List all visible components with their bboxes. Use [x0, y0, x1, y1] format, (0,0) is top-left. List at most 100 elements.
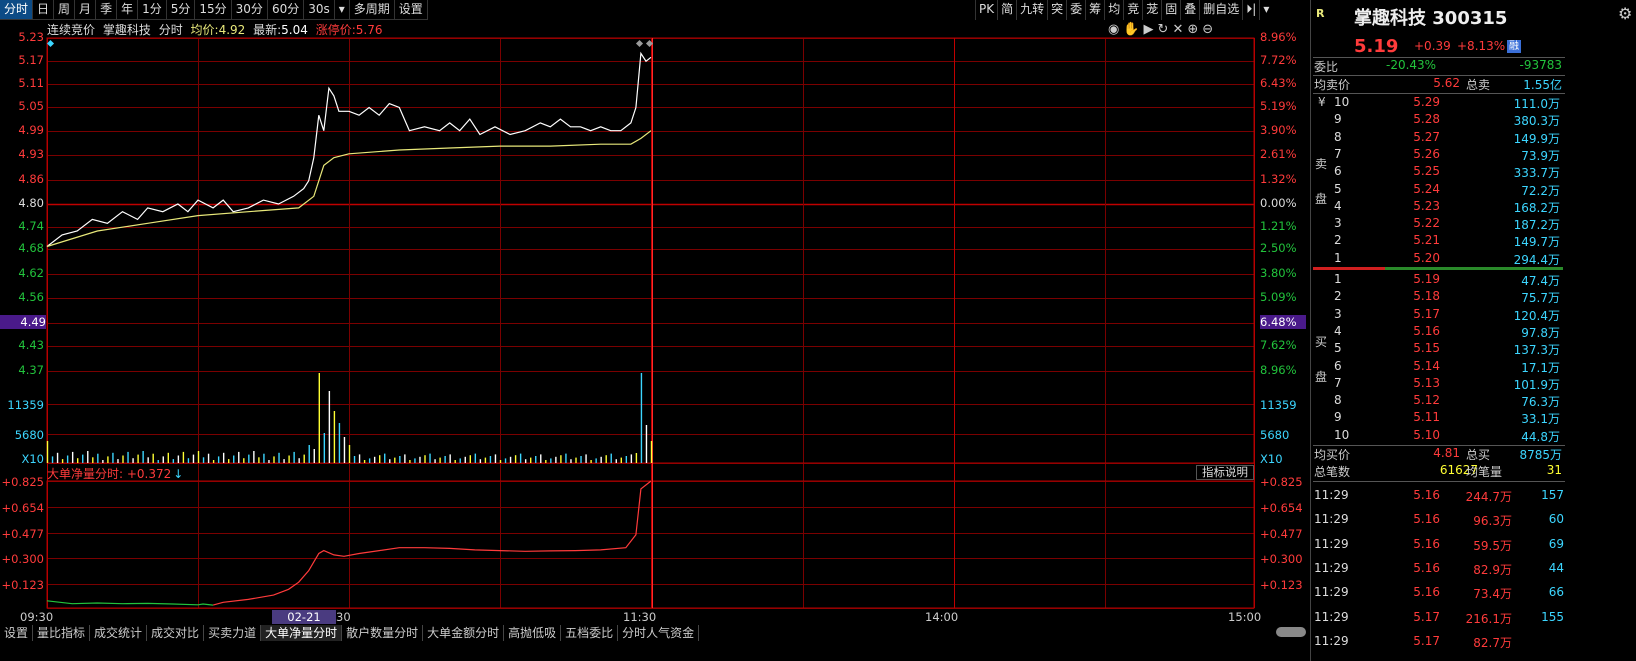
price-axis-label: 4.37	[18, 363, 44, 377]
tick-time: 11:29	[1314, 585, 1349, 600]
separator	[1313, 481, 1565, 482]
bid-price: 5.12	[1413, 393, 1440, 408]
volume-axis-label-right: 11359	[1260, 398, 1297, 412]
indicator-tab-6[interactable]: 散户数量分时	[342, 625, 424, 641]
eye-icon[interactable]: ◉	[1108, 22, 1123, 37]
price-axis-label: 5.23	[18, 30, 44, 44]
ratio-pct: -20.43%	[1386, 58, 1437, 72]
bid-volume: 101.9万	[1513, 377, 1560, 392]
time-label: 11:30	[623, 610, 657, 624]
bid-price: 5.14	[1413, 358, 1440, 373]
indicator-tab-4[interactable]: 买卖力道	[204, 625, 262, 641]
ask-volume: 168.2万	[1513, 200, 1560, 215]
indicator-tab-9[interactable]: 五档委比	[561, 625, 619, 641]
buy-side-label: 盘	[1315, 370, 1328, 384]
pct-axis-label: 6.43%	[1260, 76, 1297, 90]
ask-price: 5.22	[1413, 216, 1440, 231]
tick-price: 5.16	[1413, 536, 1440, 551]
tick-price: 5.16	[1413, 560, 1440, 575]
tick-count: 60	[1548, 512, 1564, 527]
price-axis-label: 4.62	[18, 266, 44, 280]
tick-volume: 59.5万	[1473, 538, 1512, 553]
buy-divider	[1385, 267, 1563, 270]
cross-icon[interactable]: ✕	[1172, 22, 1187, 37]
price-axis-label: 4.49	[0, 315, 46, 329]
play-icon[interactable]: ▶	[1144, 22, 1158, 37]
ask-volume: 333.7万	[1513, 166, 1560, 181]
ask-price: 5.24	[1413, 181, 1440, 196]
ask-volume: 73.9万	[1521, 148, 1560, 163]
pct-axis-label: 3.80%	[1260, 266, 1297, 280]
sell-total-label: 总卖	[1466, 78, 1491, 92]
last-price: 5.19	[1354, 36, 1399, 57]
ind-frame	[46, 480, 1255, 609]
indicator-tab-5[interactable]: 大单净量分时	[261, 625, 343, 641]
tick-volume: 96.3万	[1473, 514, 1512, 529]
ask-volume: 111.0万	[1513, 97, 1560, 111]
tick-price: 5.17	[1413, 609, 1440, 624]
pct-axis-label: 2.50%	[1260, 241, 1297, 255]
marker	[46, 39, 55, 48]
refresh-icon[interactable]: ↻	[1158, 22, 1173, 37]
pct-axis-label: 2.61%	[1260, 147, 1297, 161]
stock-title: 掌趣科技 300315	[1354, 8, 1508, 29]
indicator-title: 大单净量分时: +0.372 ↓	[47, 465, 183, 482]
indicator-axis-label-right: +0.825	[1260, 475, 1303, 489]
bid-volume: 44.8万	[1521, 429, 1560, 444]
indicator-tab-10[interactable]: 分时人气资金	[618, 625, 700, 641]
indicator-tab-1[interactable]: 量比指标	[33, 625, 91, 641]
indicator-explain-button[interactable]: 指标说明	[1196, 465, 1254, 480]
pct-axis-label: 1.21%	[1260, 219, 1297, 233]
buy-total-label: 总买	[1466, 448, 1491, 462]
pct-axis-label: 8.96%	[1260, 363, 1297, 377]
ask-level: 7	[1334, 146, 1342, 161]
pct-axis-label: 7.62%	[1260, 338, 1297, 352]
ask-volume: 294.4万	[1513, 252, 1560, 267]
bid-level: 3	[1334, 306, 1342, 321]
ask-level: 8	[1334, 129, 1342, 144]
indicator-tab-0[interactable]: 设置	[0, 625, 34, 641]
sell-avg-value: 5.62	[1433, 76, 1460, 90]
ask-price: 5.26	[1413, 146, 1440, 161]
price-axis-label: 4.68	[18, 241, 44, 255]
indicator-axis-label-right: +0.123	[1260, 578, 1303, 592]
zoom-in-icon[interactable]: ⊕	[1187, 22, 1202, 37]
ask-level: 6	[1334, 164, 1342, 179]
bid-level: 4	[1334, 323, 1342, 338]
ask-level: 1	[1334, 250, 1342, 265]
intraday-chart[interactable]	[0, 0, 1310, 625]
time-label: 14:00	[925, 610, 959, 624]
pct-axis-label: 3.90%	[1260, 123, 1297, 137]
bid-level: 8	[1334, 393, 1342, 408]
volume-axis-label-right: X10	[1260, 452, 1283, 466]
bid-price: 5.10	[1413, 427, 1440, 442]
zoom-out-icon[interactable]: ⊖	[1202, 22, 1217, 37]
price-axis-label: 4.86	[18, 172, 44, 186]
indicator-axis-label: +0.477	[1, 527, 44, 541]
avg-count-value: 31	[1546, 463, 1562, 477]
indicator-tab-7[interactable]: 大单金额分时	[423, 625, 505, 641]
sell-side-label: 盘	[1315, 192, 1328, 206]
indicator-tab-3[interactable]: 成交对比	[147, 625, 205, 641]
hand-icon[interactable]: ✋	[1123, 22, 1143, 37]
sell-total-value: 1.55亿	[1523, 78, 1562, 92]
bid-level: 6	[1334, 358, 1342, 373]
ask-price: 5.25	[1413, 164, 1440, 179]
bid-price: 5.15	[1413, 341, 1440, 356]
gear-icon[interactable]: ⚙	[1618, 4, 1632, 23]
ask-volume: 380.3万	[1513, 114, 1560, 129]
ask-volume: 149.7万	[1513, 235, 1560, 250]
tick-price: 5.16	[1413, 488, 1440, 502]
scrollbar-thumb[interactable]	[1276, 627, 1306, 637]
price-axis-label: 4.43	[18, 338, 44, 352]
price-axis-label: 5.05	[18, 99, 44, 113]
pct-axis-label: 5.09%	[1260, 290, 1297, 304]
tick-volume: 82.7万	[1473, 635, 1512, 650]
indicator-tab-2[interactable]: 成交统计	[90, 625, 148, 641]
indicator-tab-8[interactable]: 高抛低吸	[504, 625, 562, 641]
price-change: +0.39	[1414, 39, 1451, 53]
pct-axis-label: 8.96%	[1260, 30, 1297, 44]
time-label: 15:00	[1228, 610, 1262, 624]
ask-price: 5.21	[1413, 233, 1440, 248]
tick-time: 11:29	[1314, 560, 1349, 575]
